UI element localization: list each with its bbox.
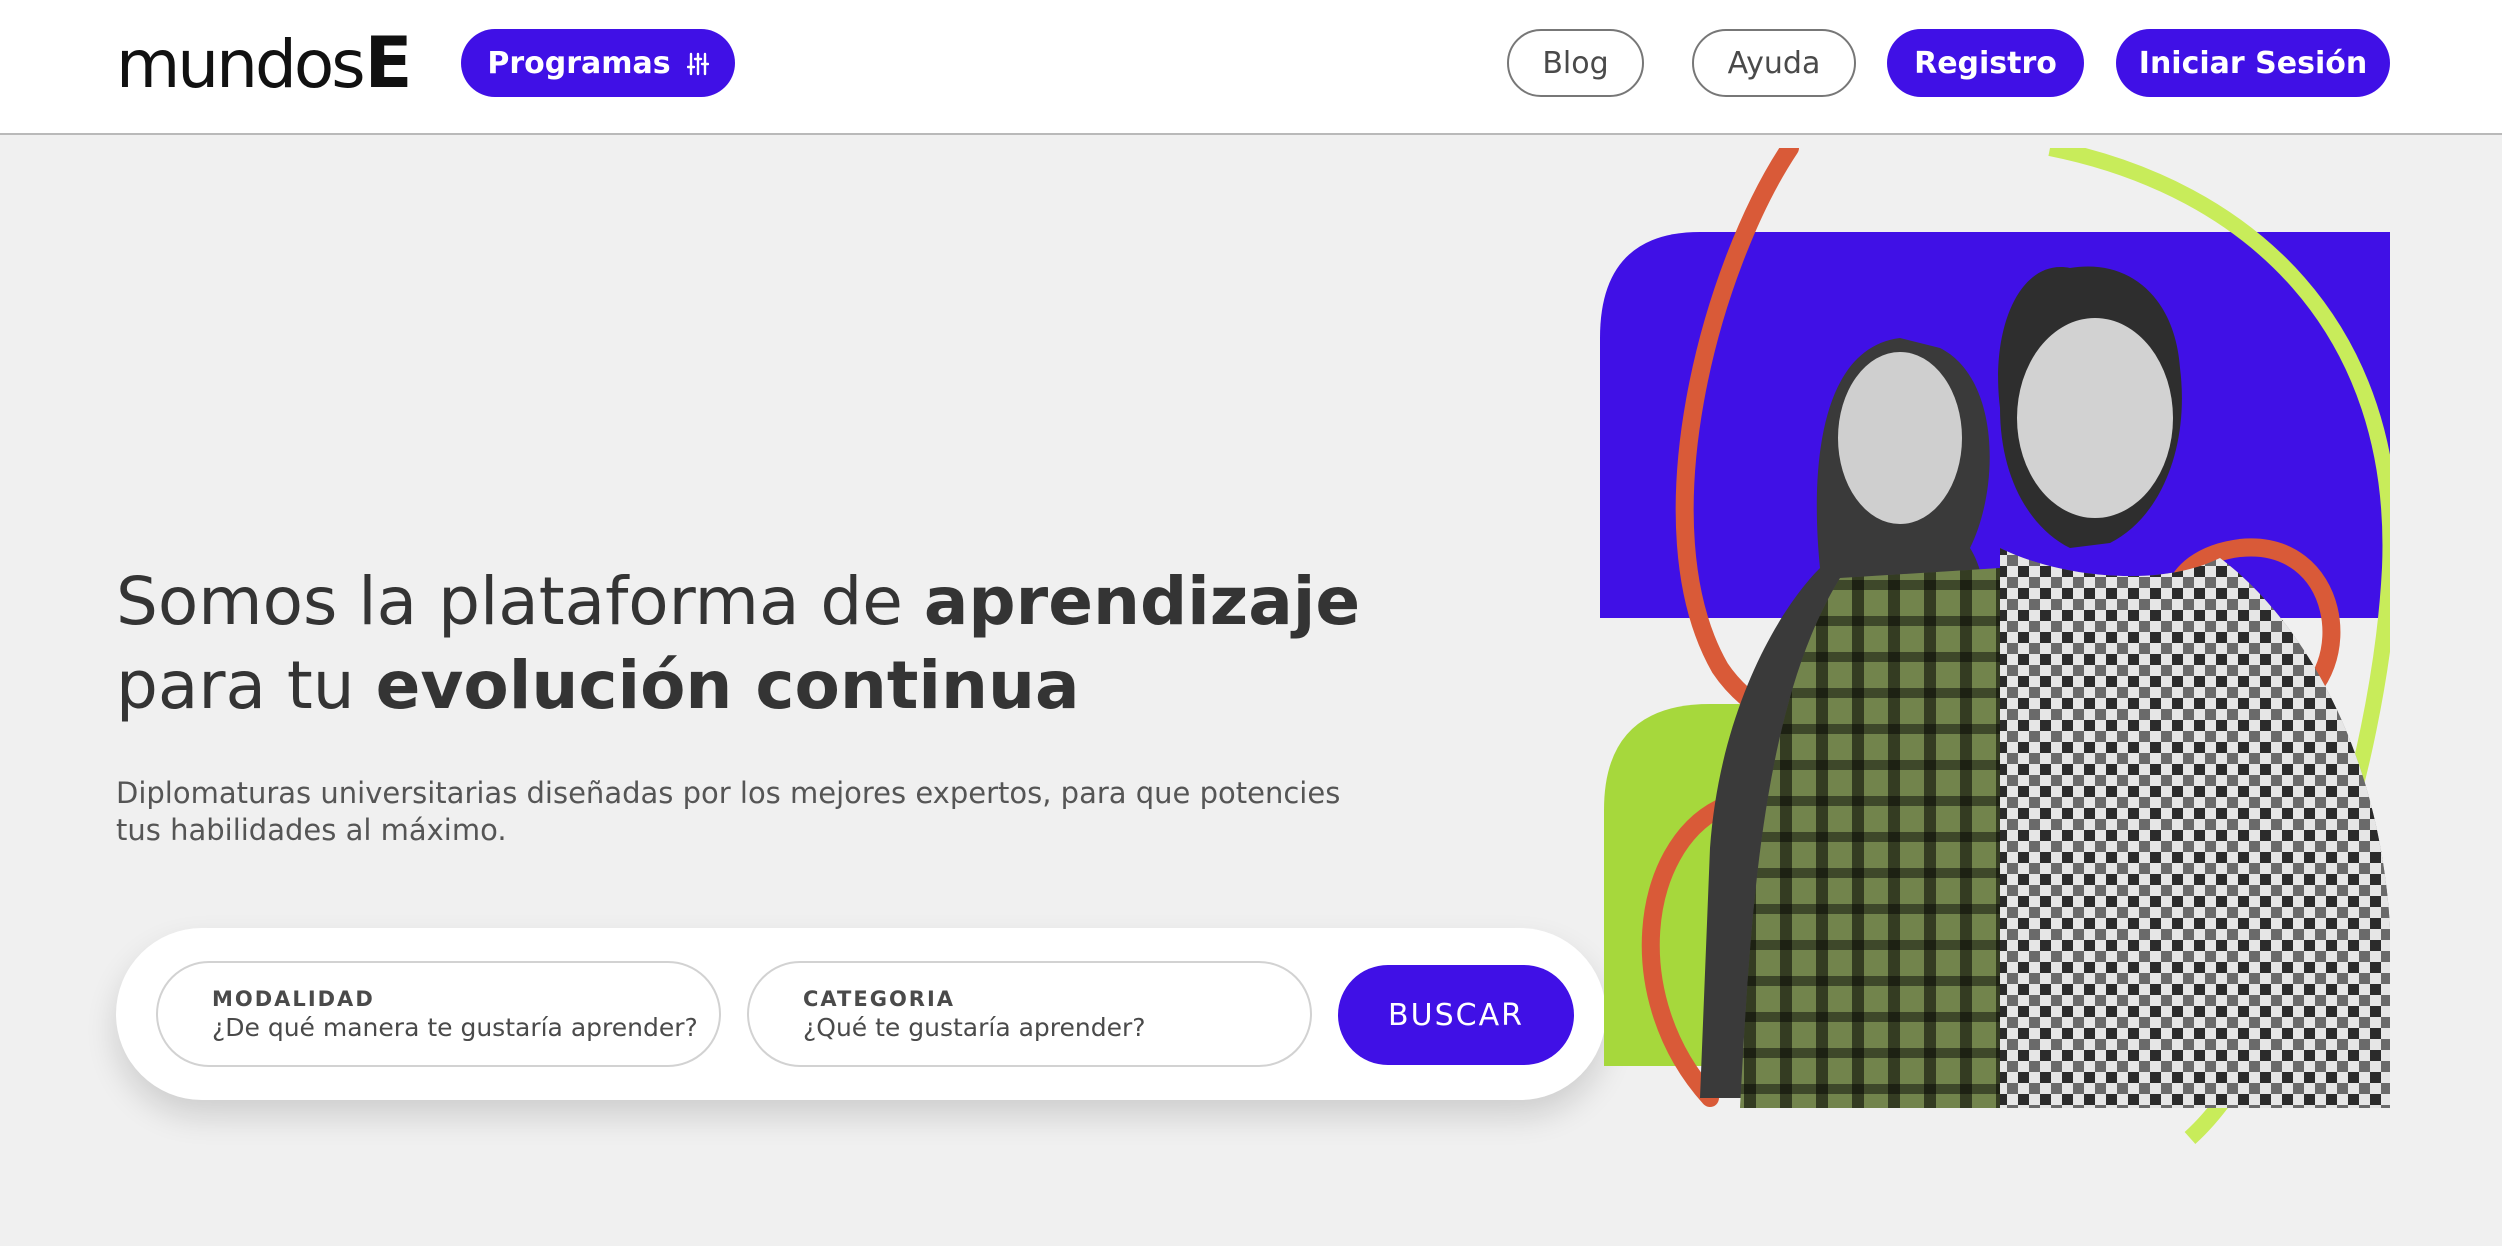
- hero-title-strong-2: evolución continua: [375, 647, 1080, 724]
- hero-title-line1: Somos la plataforma de: [116, 563, 924, 640]
- categoria-select[interactable]: CATEGORIA ¿Qué te gustaría aprender?: [747, 961, 1312, 1067]
- programas-button[interactable]: Programas: [461, 29, 735, 97]
- registro-button[interactable]: Registro: [1887, 29, 2084, 97]
- categoria-placeholder: ¿Qué te gustaría aprender?: [803, 1013, 1146, 1042]
- blog-button[interactable]: Blog: [1507, 29, 1644, 97]
- categoria-label: CATEGORIA: [803, 987, 956, 1011]
- sliders-icon: [686, 50, 709, 76]
- modalidad-placeholder: ¿De qué manera te gustaría aprender?: [212, 1013, 698, 1042]
- program-search-bar: MODALIDAD ¿De qué manera te gustaría apr…: [116, 928, 1606, 1100]
- mundos-e-logo[interactable]: mundos E: [116, 26, 412, 98]
- logo-mark: E: [364, 22, 413, 104]
- hero-subtitle: Diplomaturas universitarias diseñadas po…: [116, 776, 1341, 847]
- hero-headline: Somos la plataforma de aprendizaje para …: [116, 560, 1416, 728]
- top-navbar: mundos E Programas Blog Ayuda Registro In…: [0, 0, 2502, 135]
- programas-label: Programas: [487, 45, 671, 81]
- buscar-button[interactable]: BUSCAR: [1338, 965, 1574, 1065]
- hero-title-line2: para tu: [116, 647, 376, 724]
- logo-text: mundos: [116, 26, 366, 103]
- modalidad-select[interactable]: MODALIDAD ¿De qué manera te gustaría apr…: [156, 961, 721, 1067]
- hero-title-strong-1: aprendizaje: [923, 563, 1361, 640]
- iniciar-sesion-button[interactable]: Iniciar Sesión: [2116, 29, 2390, 97]
- hero-image: [1600, 148, 2390, 1146]
- modalidad-label: MODALIDAD: [212, 987, 375, 1011]
- ayuda-button[interactable]: Ayuda: [1692, 29, 1856, 97]
